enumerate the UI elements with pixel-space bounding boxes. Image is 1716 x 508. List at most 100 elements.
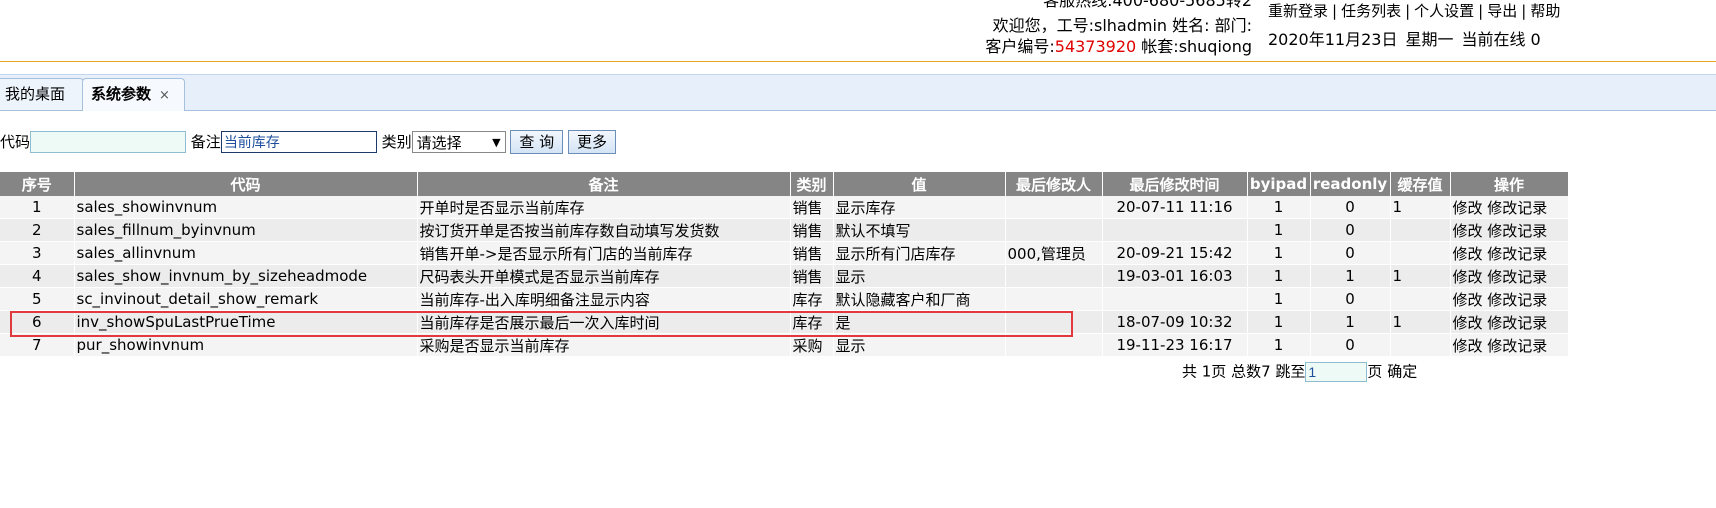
- cell-time: 18-07-09 10:32: [1102, 310, 1248, 334]
- cell-code: sales_show_invnum_by_sizeheadmode: [74, 264, 418, 288]
- tab-system-params[interactable]: 系统参数 ×: [82, 78, 185, 111]
- type-label: 类别: [381, 132, 412, 151]
- cell-code: sales_showinvnum: [74, 196, 418, 219]
- column-header: 操作: [1450, 172, 1569, 196]
- edit-history-link[interactable]: 修改记录: [1487, 337, 1547, 355]
- relogin-link[interactable]: 重新登录: [1268, 2, 1328, 20]
- cell-cache: [1390, 218, 1451, 242]
- cell-value: 显示: [833, 333, 1006, 357]
- cell-type: 销售: [790, 218, 834, 242]
- column-header: 类别: [790, 172, 834, 196]
- cell-value: 显示: [833, 264, 1006, 288]
- customer-label: 客户编号:: [985, 37, 1055, 56]
- task-list-link[interactable]: 任务列表: [1341, 2, 1401, 20]
- cell-no: 2: [0, 218, 75, 242]
- cell-type: 库存: [790, 287, 834, 311]
- tab-label: 我的桌面: [5, 85, 66, 103]
- cell-byipad: 1: [1247, 218, 1311, 242]
- column-header: 最后修改人: [1005, 172, 1103, 196]
- cell-time: 20-09-21 15:42: [1102, 241, 1248, 265]
- cell-cache: [1390, 241, 1451, 265]
- customer-info: 客户编号:54373920 帐套:shuqiong: [732, 36, 1252, 57]
- cell-value: 显示所有门店库存: [833, 241, 1006, 265]
- tab-my-desktop[interactable]: 我的桌面: [0, 78, 84, 110]
- edit-history-link[interactable]: 修改记录: [1487, 314, 1547, 332]
- type-select[interactable]: 请选择 ▼: [411, 130, 506, 153]
- cell-cache: [1390, 333, 1451, 357]
- edit-link[interactable]: 修改: [1453, 245, 1483, 263]
- cell-remark: 当前库存-出入库明细备注显示内容: [417, 287, 791, 311]
- personal-settings-link[interactable]: 个人设置: [1414, 2, 1474, 20]
- confirm-button[interactable]: 确定: [1387, 363, 1417, 381]
- cell-byipad: 1: [1247, 196, 1311, 219]
- cell-remark: 采购是否显示当前库存: [417, 333, 791, 357]
- cell-time: 19-03-01 16:03: [1102, 264, 1248, 288]
- cell-code: sales_fillnum_byinvnum: [74, 218, 418, 242]
- cell-actions: 修改 修改记录: [1450, 264, 1569, 288]
- cell-type: 库存: [790, 310, 834, 334]
- table-row: 6 inv_showSpuLastPrueTime 当前库存是否展示最后一次入库时间…: [0, 310, 1569, 334]
- cell-readonly: 0: [1310, 333, 1391, 357]
- cell-cache: 1: [1390, 310, 1451, 334]
- code-label: 代码: [0, 132, 31, 151]
- pagination: 共 1页 总数7 跳至 页 确定: [1182, 360, 1417, 383]
- cell-readonly: 0: [1310, 287, 1391, 311]
- column-header: 值: [833, 172, 1006, 196]
- column-header: byipad: [1247, 172, 1311, 196]
- cell-modifier: [1005, 196, 1103, 219]
- remark-input[interactable]: [220, 130, 377, 153]
- edit-history-link[interactable]: 修改记录: [1487, 199, 1547, 217]
- edit-history-link[interactable]: 修改记录: [1487, 245, 1547, 263]
- separator: |: [1332, 2, 1338, 20]
- more-button[interactable]: 更多: [567, 129, 616, 154]
- cell-code: pur_showinvnum: [74, 333, 418, 357]
- cell-cache: [1390, 287, 1451, 311]
- edit-history-link[interactable]: 修改记录: [1487, 291, 1547, 309]
- current-date: 2020年11月23日: [1268, 30, 1398, 49]
- edit-link[interactable]: 修改: [1453, 291, 1483, 309]
- close-icon[interactable]: ×: [159, 88, 170, 103]
- edit-link[interactable]: 修改: [1453, 199, 1483, 217]
- cell-byipad: 1: [1247, 241, 1311, 265]
- top-links: 重新登录 | 任务列表 | 个人设置 | 导出 | 帮助: [1268, 1, 1560, 21]
- chevron-down-icon: ▼: [492, 135, 501, 149]
- cell-actions: 修改 修改记录: [1450, 287, 1569, 311]
- cell-cache: 1: [1390, 264, 1451, 288]
- cell-actions: 修改 修改记录: [1450, 310, 1569, 334]
- export-link[interactable]: 导出: [1487, 2, 1517, 20]
- column-header: 备注: [417, 172, 791, 196]
- edit-link[interactable]: 修改: [1453, 222, 1483, 240]
- cell-modifier: [1005, 218, 1103, 242]
- cell-readonly: 1: [1310, 310, 1391, 334]
- cell-type: 采购: [790, 333, 834, 357]
- edit-link[interactable]: 修改: [1453, 268, 1483, 286]
- top-header: 客服热线:400-680-5685转2 欢迎您，工号:slhadmin 姓名: …: [0, 0, 1716, 62]
- cell-value: 默认不填写: [833, 218, 1006, 242]
- cell-code: sales_allinvnum: [74, 241, 418, 265]
- separator: |: [1521, 2, 1527, 20]
- page-jump-input[interactable]: [1305, 361, 1368, 382]
- tab-label: 系统参数: [91, 85, 152, 103]
- date-line: 2020年11月23日 星期一 当前在线 0: [1268, 30, 1549, 50]
- cell-modifier: [1005, 310, 1103, 334]
- help-link[interactable]: 帮助: [1530, 2, 1560, 20]
- edit-link[interactable]: 修改: [1453, 314, 1483, 332]
- edit-history-link[interactable]: 修改记录: [1487, 222, 1547, 240]
- cell-value: 显示库存: [833, 196, 1006, 219]
- cell-readonly: 0: [1310, 196, 1391, 219]
- cell-modifier: 000,管理员: [1005, 241, 1103, 265]
- cell-time: [1102, 287, 1248, 311]
- cell-time: 19-11-23 16:17: [1102, 333, 1248, 357]
- code-input[interactable]: [30, 130, 187, 153]
- cell-code: inv_showSpuLastPrueTime: [74, 310, 418, 334]
- cell-time: 20-07-11 11:16: [1102, 196, 1248, 219]
- cell-remark: 按订货开单是否按当前库存数自动填写发货数: [417, 218, 791, 242]
- edit-link[interactable]: 修改: [1453, 337, 1483, 355]
- query-button[interactable]: 查 询: [510, 129, 564, 154]
- separator: |: [1478, 2, 1484, 20]
- cell-no: 3: [0, 241, 75, 265]
- cell-type: 销售: [790, 241, 834, 265]
- cell-remark: 销售开单->是否显示所有门店的当前库存: [417, 241, 791, 265]
- header-divider: [0, 61, 1716, 62]
- edit-history-link[interactable]: 修改记录: [1487, 268, 1547, 286]
